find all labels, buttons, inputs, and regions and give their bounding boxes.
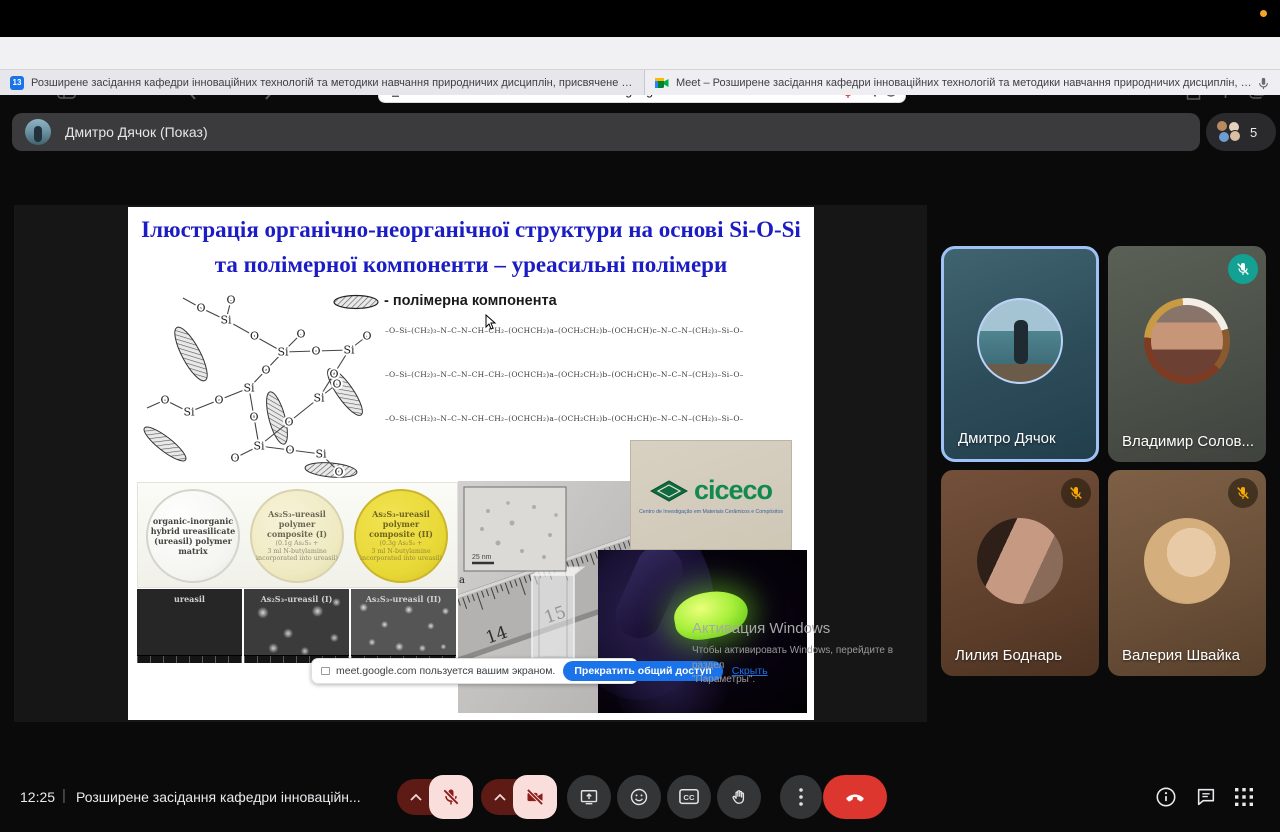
camera-off-button[interactable] <box>513 775 557 819</box>
info-button[interactable] <box>1152 783 1180 811</box>
svg-text:O: O <box>284 416 293 429</box>
sem-micrographs: ureasil As₂S₃-ureasil (I) As₂S₃-ureasil … <box>137 589 458 663</box>
meet-favicon <box>655 76 669 90</box>
presenter-banner[interactable]: Дмитро Дячок (Показ) <box>12 113 1200 151</box>
svg-text:Si: Si <box>243 382 255 395</box>
svg-text:Si: Si <box>313 392 325 405</box>
share-message: meet.google.com пользуется вашим экраном… <box>336 665 555 677</box>
tab-strip: 13 Розширене засідання кафедри інновацій… <box>0 70 1280 95</box>
svg-text:O: O <box>296 328 305 341</box>
svg-text:O: O <box>226 294 235 307</box>
silica-network-diagram: OOOOOOOOOOOOOOOOSiSiSiSiSiSiSiSi <box>131 292 387 480</box>
chat-button[interactable] <box>1192 783 1220 811</box>
micrograph-ureasil: ureasil <box>137 589 242 663</box>
dish-composite-2: As₂S₃-ureasil polymer composite (II) (0.… <box>354 489 448 583</box>
svg-text:Si: Si <box>343 344 355 357</box>
mouse-cursor <box>485 314 497 330</box>
participant-name: Валерия Швайка <box>1122 647 1240 664</box>
mic-off-button[interactable] <box>429 775 473 819</box>
svg-text:Si: Si <box>220 314 232 327</box>
micrograph-composite-1: As₂S₃-ureasil (I) <box>244 589 349 663</box>
tab-title: Розширене засідання кафедри інноваційних… <box>31 77 634 89</box>
mic-off-badge <box>1228 478 1258 508</box>
participant-avatars-cluster <box>1216 120 1242 144</box>
svg-text:O: O <box>250 330 259 343</box>
svg-text:O: O <box>334 466 343 479</box>
avatar <box>1144 298 1230 384</box>
monitor-icon <box>321 667 330 675</box>
reactions-button[interactable] <box>617 775 661 819</box>
dish-ureasil: organic-inorganic hybrid ureasilicate (u… <box>146 489 240 583</box>
ciceco-diamond-icon <box>650 480 688 502</box>
participant-name: Дмитро Дячок <box>958 430 1056 447</box>
tile-valeriya[interactable]: Валерия Швайка <box>1108 470 1266 676</box>
presenter-avatar <box>25 119 51 145</box>
clock: 12:25 <box>20 789 55 805</box>
svg-text:O: O <box>249 411 258 424</box>
ciceco-wordmark: ciceco <box>694 475 772 506</box>
meeting-title: Розширене засідання кафедри інноваційн..… <box>76 789 372 805</box>
dish-composite-1: As₂S₃-ureasil polymer composite (I) (0.1… <box>250 489 344 583</box>
participant-count-button[interactable]: 5 <box>1206 113 1276 151</box>
svg-text:O: O <box>160 394 169 407</box>
svg-text:O: O <box>196 302 205 315</box>
presenter-name: Дмитро Дячок (Показ) <box>65 124 208 140</box>
ciceco-subtitle: Centro de Investigação em Materiais Cerâ… <box>639 509 783 515</box>
screen-share-bar: meet.google.com пользуется вашим экраном… <box>311 658 638 684</box>
svg-text:O: O <box>214 394 223 407</box>
svg-text:Si: Si <box>315 448 327 461</box>
present-button[interactable] <box>567 775 611 819</box>
svg-text:O: O <box>362 330 371 343</box>
calendar-favicon: 13 <box>10 76 24 90</box>
ciceco-logo-card: ciceco Centro de Investigação em Materia… <box>630 440 792 550</box>
figure-label: a <box>459 575 465 586</box>
end-call-button[interactable] <box>823 775 887 819</box>
menubar-strip <box>0 0 1280 37</box>
tile-dmytro[interactable]: Дмитро Дячок <box>941 246 1099 462</box>
captions-button[interactable]: CC <box>667 775 711 819</box>
micrograph-metadata-strip <box>137 655 242 663</box>
micrograph-composite-2: As₂S₃-ureasil (II) <box>351 589 456 663</box>
windows-activation-watermark: Активация Windows Чтобы активировать Win… <box>692 620 922 688</box>
activities-button[interactable] <box>1230 783 1258 811</box>
avatar <box>1144 518 1230 604</box>
more-options-button[interactable] <box>780 775 822 819</box>
participant-count: 5 <box>1250 125 1257 140</box>
petri-dish-photo: organic-inorganic hybrid ureasilicate (u… <box>137 482 458 588</box>
svg-text:Si: Si <box>253 440 265 453</box>
avatar <box>977 298 1063 384</box>
chain-formula: –O–Si–(CH₂)₃–N–C–N–CH–CH₂–(OCHCH₂)a–(OCH… <box>385 326 809 335</box>
mic-off-badge <box>1061 478 1091 508</box>
svg-text:O: O <box>285 444 294 457</box>
chain-formula: –O–Si–(CH₂)₃–N–C–N–CH–CH₂–(OCHCH₂)a–(OCH… <box>385 370 809 379</box>
svg-text:O: O <box>332 378 341 391</box>
tab-calendar[interactable]: 13 Розширене засідання кафедри інновацій… <box>0 70 645 95</box>
svg-text:Si: Si <box>183 406 195 419</box>
svg-text:Si: Si <box>277 346 289 359</box>
tab-audio-icon[interactable] <box>1258 77 1270 89</box>
svg-text:25 nm: 25 nm <box>472 554 492 561</box>
mic-off-badge <box>1228 254 1258 284</box>
camera-indicator-dot <box>1260 10 1267 17</box>
polymer-chain-formulas: –O–Si–(CH₂)₃–N–C–N–CH–CH₂–(OCHCH₂)a–(OCH… <box>385 320 809 442</box>
raise-hand-button[interactable] <box>717 775 761 819</box>
tab-meet[interactable]: Meet – Розширене засідання кафедри іннов… <box>645 70 1280 95</box>
browser-toolbar: meet.google.com <box>0 37 1280 70</box>
chain-formula: –O–Si–(CH₂)₃–N–C–N–CH–CH₂–(OCHCH₂)a–(OCH… <box>385 414 809 423</box>
legend-label: - полімерна компонента <box>384 293 557 309</box>
tile-vladimir[interactable]: Владимир Солов... <box>1108 246 1266 462</box>
screen: meet.google.com 13 Розширене засідання к… <box>0 0 1280 832</box>
svg-text:O: O <box>261 364 270 377</box>
divider: | <box>62 787 66 804</box>
svg-text:O: O <box>230 452 239 465</box>
svg-text:O: O <box>311 345 320 358</box>
tile-liliya[interactable]: Лилия Боднарь <box>941 470 1099 676</box>
participant-name: Владимир Солов... <box>1122 433 1254 450</box>
participant-name: Лилия Боднарь <box>955 647 1062 664</box>
avatar <box>977 518 1063 604</box>
tab-title: Meet – Розширене засідання кафедри іннов… <box>676 77 1254 89</box>
slide-title: Ілюстрація органічно-неорганічної структ… <box>138 213 804 282</box>
svg-text:CC: CC <box>683 793 695 802</box>
